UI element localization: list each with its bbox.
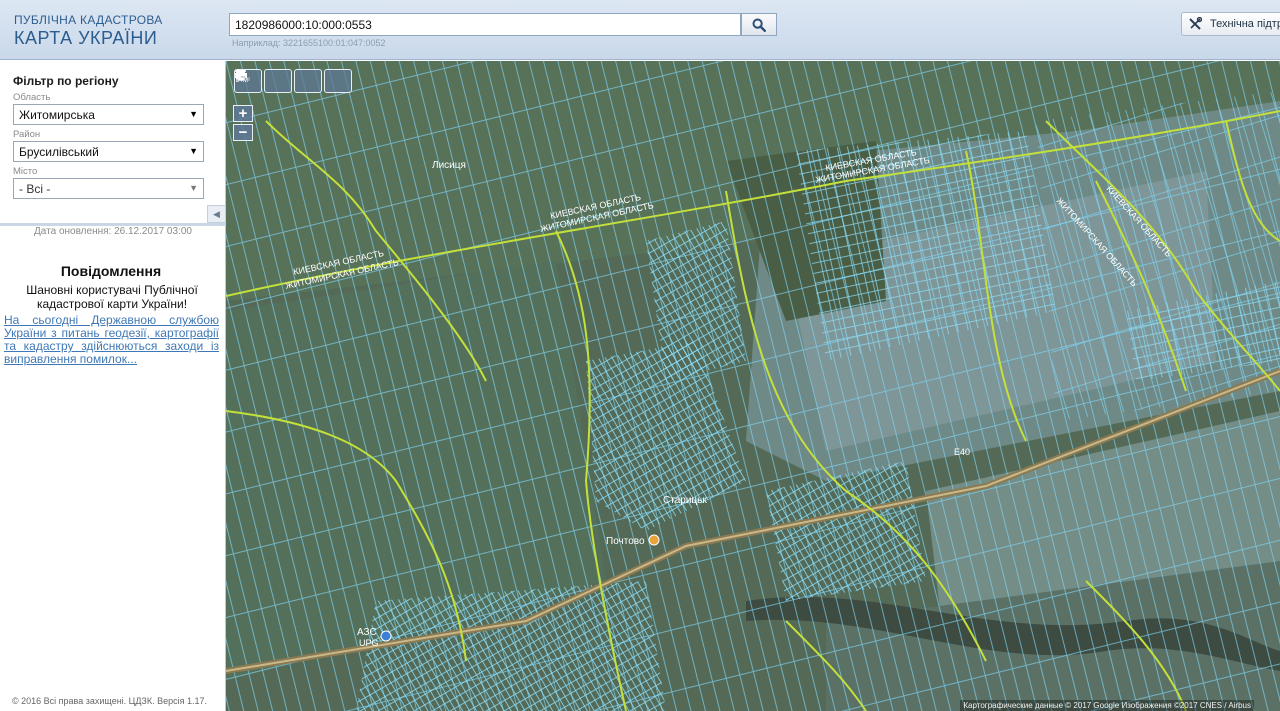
map-canvas[interactable]: КИЕВСКАЯ ОБЛАСТЬ ЖИТОМИРСКАЯ ОБЛАСТЬ КИЕ… xyxy=(226,61,1280,711)
notice-link[interactable]: На сьогодні Державною службою України з … xyxy=(4,314,219,366)
app-logo[interactable]: ПУБЛІЧНА КАДАСТРОВА КАРТА УКРАЇНИ xyxy=(14,14,163,47)
oblast-select[interactable]: Житомирська ▼ xyxy=(13,104,204,125)
logo-title-line1: ПУБЛІЧНА КАДАСТРОВА xyxy=(14,13,163,27)
dropdown-arrow-icon: ▼ xyxy=(189,183,198,193)
search-button[interactable] xyxy=(741,13,777,36)
collapse-sidebar-button[interactable]: ◀ xyxy=(207,205,226,223)
village-label-pochtovo: Почтово xyxy=(606,536,645,547)
svg-text:?: ? xyxy=(244,77,248,83)
update-date: Дата оновлення: 26.12.2017 03:00 xyxy=(34,226,192,237)
search-hint: Наприклад: 3221655100:01:047:0052 xyxy=(232,38,386,48)
gas-station-icon[interactable] xyxy=(380,630,392,642)
print-button[interactable] xyxy=(235,69,322,93)
misto-label: Місто xyxy=(13,166,38,177)
poi-marker-icon[interactable] xyxy=(648,534,660,546)
village-parcels xyxy=(356,581,666,711)
cursor-help-icon: ? xyxy=(236,70,248,83)
logo-title-line2: КАРТА УКРАЇНИ xyxy=(14,28,158,48)
zoom-out-button[interactable]: − xyxy=(233,124,253,141)
map-toolbar: M M² ? xyxy=(234,69,352,93)
app-header: ПУБЛІЧНА КАДАСТРОВА КАРТА УКРАЇНИ Наприк… xyxy=(0,0,1280,60)
tools-icon xyxy=(1188,17,1202,31)
search-icon xyxy=(752,18,766,32)
filter-title: Фільтр по регіону xyxy=(13,74,119,88)
village-label-lisytsia: Лисиця xyxy=(432,160,466,171)
cadastral-search: Наприклад: 3221655100:01:047:0052 xyxy=(229,13,777,48)
support-label: Технічна підтримка xyxy=(1210,18,1280,30)
notice-text: Шановні користувачі Публічної кадастрово… xyxy=(26,283,198,311)
measure-area-button[interactable]: M² xyxy=(235,69,292,93)
oblast-label: Область xyxy=(13,92,51,103)
misto-select[interactable]: - Всі - ▼ xyxy=(13,178,204,199)
map-attribution: Картографические данные © 2017 Google Из… xyxy=(960,700,1254,711)
zoom-in-button[interactable]: + xyxy=(233,105,253,122)
cadastral-map[interactable]: КИЕВСКАЯ ОБЛАСТЬ ЖИТОМИРСКАЯ ОБЛАСТЬ КИЕ… xyxy=(226,61,1280,711)
notice-title: Повідомлення xyxy=(60,263,162,279)
gas-station-label: АЗС xyxy=(357,627,377,638)
region-filter: Фільтр по регіону Область Житомирська ▼ … xyxy=(13,74,204,199)
identify-button[interactable]: ? xyxy=(236,69,352,93)
support-button[interactable]: Технічна підтримка xyxy=(1181,12,1280,36)
oblast-value: Житомирська xyxy=(19,108,95,122)
sidebar: Фільтр по регіону Область Житомирська ▼ … xyxy=(0,61,226,711)
zoom-controls: + − xyxy=(233,105,253,143)
village-label-starytsky: Старицьк xyxy=(663,495,707,506)
dropdown-arrow-icon: ▼ xyxy=(189,146,198,156)
raion-label: Район xyxy=(13,129,41,140)
misto-value: - Всі - xyxy=(19,182,51,196)
raion-value: Брусилівський xyxy=(19,145,99,159)
raion-select[interactable]: Брусилівський ▼ xyxy=(13,141,204,162)
copyright: © 2016 Всі права захищені. ЦДЗК. Версія … xyxy=(12,696,208,706)
dropdown-arrow-icon: ▼ xyxy=(189,109,198,119)
road-label-e40: E40 xyxy=(954,447,970,457)
upg-label: UPG xyxy=(359,638,379,648)
cadastral-search-input[interactable] xyxy=(229,13,741,36)
